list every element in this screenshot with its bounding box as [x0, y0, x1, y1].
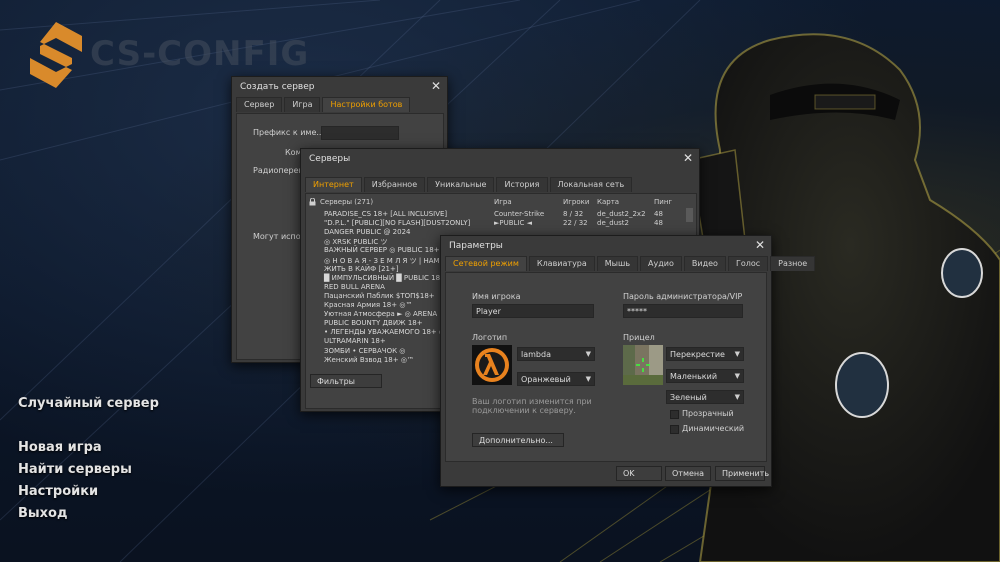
name-prefix-input[interactable]	[321, 126, 399, 140]
server-name: DANGER PUBLIC @ 2024	[324, 228, 411, 237]
servers-title: Серверы	[309, 154, 351, 164]
options-panel: Имя игрока Player Пароль администратора/…	[445, 272, 767, 462]
chevron-down-icon: ▼	[585, 350, 591, 358]
chevron-down-icon: ▼	[734, 350, 740, 358]
server-name: PARADISE_CS 18+ [ALL INCLUSIVE]	[324, 210, 448, 218]
server-game: Counter-Strike	[494, 210, 545, 218]
col-map[interactable]: Карта	[597, 198, 619, 206]
tab-bot-settings[interactable]: Настройки ботов	[322, 97, 411, 112]
tab-history[interactable]: История	[496, 177, 548, 192]
server-ping: 48	[654, 210, 663, 218]
menu-exit[interactable]: Выход	[18, 506, 67, 521]
col-game[interactable]: Игра	[494, 198, 512, 206]
tab-favorites[interactable]: Избранное	[363, 177, 426, 192]
options-close-icon[interactable]: ✕	[755, 238, 765, 252]
tab-mouse[interactable]: Мышь	[596, 256, 639, 271]
col-ping[interactable]: Пинг	[654, 198, 672, 206]
apply-button[interactable]: Применить	[715, 466, 769, 481]
ok-button[interactable]: OK	[616, 466, 662, 481]
tab-voice[interactable]: Голос	[727, 256, 769, 271]
chevron-down-icon: ▼	[585, 375, 591, 383]
crosshair-preview	[623, 345, 663, 385]
create-server-title: Создать сервер	[240, 82, 315, 92]
menu-find-servers[interactable]: Найти серверы	[18, 462, 132, 477]
server-name: • ЛЕГЕНДЫ УВАЖАЕМОГО 18+ ◎™	[324, 328, 453, 337]
server-name: PUBLIC BOUNTY ДВИЖ 18+	[324, 319, 423, 328]
logo-color-select[interactable]: Оранжевый ▼	[517, 372, 595, 386]
server-map: de_dust2	[597, 219, 629, 228]
player-name-label: Имя игрока	[472, 292, 521, 301]
crosshair-size-select[interactable]: Маленький ▼	[666, 369, 744, 383]
name-prefix-label: Префикс к име...	[253, 128, 324, 137]
servers-scrollbar[interactable]	[686, 208, 693, 222]
crosshair-label: Прицел	[623, 333, 655, 342]
server-players: 8 / 32	[563, 210, 584, 218]
cancel-button[interactable]: Отмена	[665, 466, 711, 481]
logo-text: CS-CONFIG	[90, 34, 310, 74]
server-name: ULTRAMARIN 18+	[324, 337, 386, 346]
server-name: RED BULL ARENA	[324, 282, 385, 291]
server-name: Женский Взвод 18+ ◎™	[324, 355, 414, 364]
filters-button[interactable]: Фильтры	[310, 374, 382, 388]
advanced-button[interactable]: Дополнительно...	[472, 433, 564, 447]
lock-icon	[309, 198, 316, 206]
servers-close-icon[interactable]: ✕	[683, 151, 693, 165]
server-name: Красная Армия 18+ ◎™	[324, 301, 413, 309]
server-map: de_dust2_2x2	[597, 210, 646, 218]
server-name: ВАЖНЫЙ СЕРВЕР ◎ PUBLIC 18+	[324, 246, 440, 255]
logo-select[interactable]: lambda ▼	[517, 347, 595, 361]
tab-unique[interactable]: Уникальные	[427, 177, 495, 192]
transparent-checkbox[interactable]	[670, 410, 679, 419]
create-server-tabs: Сервер Игра Настройки ботов	[236, 97, 412, 112]
logo-label: Логотип	[472, 333, 508, 342]
create-server-close-icon[interactable]: ✕	[431, 79, 441, 93]
tab-keyboard[interactable]: Клавиатура	[528, 256, 595, 271]
menu-new-game[interactable]: Новая игра	[18, 440, 102, 455]
transparent-label: Прозрачный	[682, 409, 734, 418]
logo-hint: Ваш логотип изменится при подключении к …	[472, 397, 592, 415]
logo-icon	[30, 22, 82, 88]
tab-internet[interactable]: Интернет	[305, 177, 362, 192]
options-tabs: Сетевой режим Клавиатура Мышь Аудио Виде…	[445, 256, 817, 271]
tab-video[interactable]: Видео	[683, 256, 726, 271]
dynamic-checkbox[interactable]	[670, 425, 679, 434]
half-life-lambda-icon	[472, 345, 512, 385]
tab-audio[interactable]: Аудио	[640, 256, 682, 271]
admin-password-label: Пароль администратора/VIP	[623, 292, 743, 301]
options-title: Параметры	[449, 241, 503, 251]
server-name: █ ИМПУЛЬСИВНЫЙ █ PUBLIC 18+ ◎	[324, 273, 455, 282]
tab-misc[interactable]: Разное	[770, 256, 816, 271]
server-name: ЗОМБИ • СЕРВАЧОК ◎	[324, 346, 406, 355]
player-name-input[interactable]: Player	[472, 304, 594, 318]
server-name: Пацанский Паблик $ТОП$18+	[324, 291, 435, 300]
tab-lan[interactable]: Локальная сеть	[549, 177, 633, 192]
server-game: ►PUBLIC ◄	[494, 219, 532, 228]
options-window: Параметры ✕ Сетевой режим Клавиатура Мыш…	[440, 235, 816, 487]
col-players[interactable]: Игроки	[563, 198, 589, 206]
admin-password-input[interactable]: *****	[623, 304, 743, 318]
col-servers[interactable]: Серверы (271)	[320, 198, 373, 206]
menu-settings[interactable]: Настройки	[18, 484, 98, 499]
server-name: "D.P.L." [PUBLIC][NO FLASH][DUST2ONLY]	[324, 219, 471, 228]
crosshair-style-select[interactable]: Перекрестие ▼	[666, 347, 744, 361]
menu-random-server[interactable]: Случайный сервер	[18, 396, 159, 411]
chevron-down-icon: ▼	[734, 393, 740, 401]
tab-game[interactable]: Игра	[284, 97, 321, 112]
chevron-down-icon: ▼	[734, 372, 740, 380]
tab-network[interactable]: Сетевой режим	[445, 256, 527, 271]
dynamic-label: Динамический	[682, 424, 745, 433]
server-name: ЖИТЬ В КАЙФ [21+]	[324, 264, 399, 273]
server-ping: 48	[654, 219, 663, 228]
servers-tabs: Интернет Избранное Уникальные История Ло…	[305, 177, 634, 192]
server-players: 22 / 32	[563, 219, 588, 228]
tab-server[interactable]: Сервер	[236, 97, 283, 112]
crosshair-color-select[interactable]: Зеленый ▼	[666, 390, 744, 404]
